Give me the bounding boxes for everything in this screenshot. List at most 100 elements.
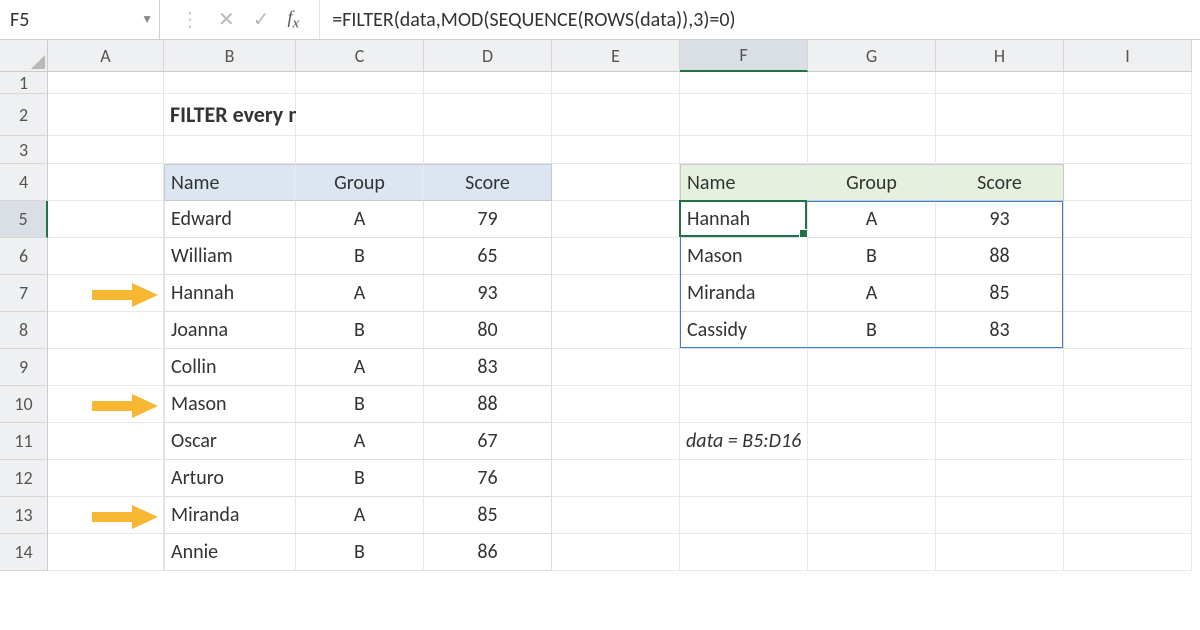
cell-H10[interactable] [936,386,1064,423]
cell-G14[interactable] [808,534,936,571]
cell-H2[interactable] [936,94,1064,136]
cell-C11[interactable]: A [296,423,424,460]
cell-G8[interactable]: B [808,312,936,349]
cell-C6[interactable]: B [296,238,424,275]
cell-H11[interactable] [936,423,1064,460]
cell-F9[interactable] [680,349,808,386]
column-header-E[interactable]: E [552,40,680,72]
row-header-14[interactable]: 14 [0,534,48,571]
cell-A14[interactable] [48,534,164,571]
cell-G9[interactable] [808,349,936,386]
cell-G3[interactable] [808,136,936,164]
cell-E13[interactable] [552,497,680,534]
cell-I10[interactable] [1064,386,1192,423]
cell-H8[interactable]: 83 [936,312,1064,349]
cell-H9[interactable] [936,349,1064,386]
cell-D3[interactable] [424,136,552,164]
cell-I1[interactable] [1064,72,1192,94]
cell-F14[interactable] [680,534,808,571]
cell-B1[interactable] [164,72,296,94]
formula-text[interactable]: =FILTER(data,MOD(SEQUENCE(ROWS(data)),3)… [320,8,747,32]
column-header-C[interactable]: C [296,40,424,72]
column-header-B[interactable]: B [164,40,296,72]
cell-B9[interactable]: Collin [164,349,296,386]
cell-I6[interactable] [1064,238,1192,275]
cell-C9[interactable]: A [296,349,424,386]
name-box[interactable]: F5 ▼ [0,0,160,39]
column-header-F[interactable]: F [680,40,808,72]
cell-F12[interactable] [680,460,808,497]
cell-F11[interactable]: data = B5:D16 [680,423,808,460]
column-header-H[interactable]: H [936,40,1064,72]
cell-A5[interactable] [48,201,164,238]
cell-D8[interactable]: 80 [424,312,552,349]
cell-G5[interactable]: A [808,201,936,238]
column-header-D[interactable]: D [424,40,552,72]
cell-E5[interactable] [552,201,680,238]
cell-D7[interactable]: 93 [424,275,552,312]
cell-B2[interactable]: FILTER every nth row [164,94,296,136]
row-header-1[interactable]: 1 [0,72,48,94]
row-header-3[interactable]: 3 [0,136,48,164]
column-header-A[interactable]: A [48,40,164,72]
cell-H14[interactable] [936,534,1064,571]
column-header-I[interactable]: I [1064,40,1192,72]
cell-B10[interactable]: Mason [164,386,296,423]
cell-B12[interactable]: Arturo [164,460,296,497]
cell-G11[interactable] [808,423,936,460]
column-header-G[interactable]: G [808,40,936,72]
cell-A8[interactable] [48,312,164,349]
cell-G12[interactable] [808,460,936,497]
cell-A3[interactable] [48,136,164,164]
cell-A9[interactable] [48,349,164,386]
cell-E3[interactable] [552,136,680,164]
name-box-dropdown-icon[interactable]: ▼ [141,12,153,27]
cell-C14[interactable]: B [296,534,424,571]
cell-E7[interactable] [552,275,680,312]
row-header-8[interactable]: 8 [0,312,48,349]
cell-I2[interactable] [1064,94,1192,136]
cell-E10[interactable] [552,386,680,423]
cell-E4[interactable] [552,164,680,201]
cell-A12[interactable] [48,460,164,497]
cell-D11[interactable]: 67 [424,423,552,460]
row-header-12[interactable]: 12 [0,460,48,497]
cell-D12[interactable]: 76 [424,460,552,497]
cell-D2[interactable] [424,94,552,136]
row-header-6[interactable]: 6 [0,238,48,275]
cell-A1[interactable] [48,72,164,94]
cell-C12[interactable]: B [296,460,424,497]
cell-E11[interactable] [552,423,680,460]
cell-G10[interactable] [808,386,936,423]
fx-icon[interactable]: fx [288,7,300,33]
cell-H12[interactable] [936,460,1064,497]
cell-C8[interactable]: B [296,312,424,349]
cell-B13[interactable]: Miranda [164,497,296,534]
cell-E2[interactable] [552,94,680,136]
cell-B8[interactable]: Joanna [164,312,296,349]
cell-E9[interactable] [552,349,680,386]
cell-F7[interactable]: Miranda [680,275,808,312]
cell-C5[interactable]: A [296,201,424,238]
cell-I14[interactable] [1064,534,1192,571]
cell-D14[interactable]: 86 [424,534,552,571]
cell-E1[interactable] [552,72,680,94]
row-header-10[interactable]: 10 [0,386,48,423]
cell-E6[interactable] [552,238,680,275]
row-header-9[interactable]: 9 [0,349,48,386]
cell-G7[interactable]: A [808,275,936,312]
row-header-13[interactable]: 13 [0,497,48,534]
cell-D5[interactable]: 79 [424,201,552,238]
cell-F10[interactable] [680,386,808,423]
cell-E8[interactable] [552,312,680,349]
cell-I13[interactable] [1064,497,1192,534]
cell-I5[interactable] [1064,201,1192,238]
cell-D4[interactable]: Score [424,164,552,201]
cell-C4[interactable]: Group [296,164,424,201]
cell-B14[interactable]: Annie [164,534,296,571]
cell-F3[interactable] [680,136,808,164]
cell-C3[interactable] [296,136,424,164]
cell-F5[interactable]: Hannah [680,201,808,238]
cell-C1[interactable] [296,72,424,94]
cell-D10[interactable]: 88 [424,386,552,423]
